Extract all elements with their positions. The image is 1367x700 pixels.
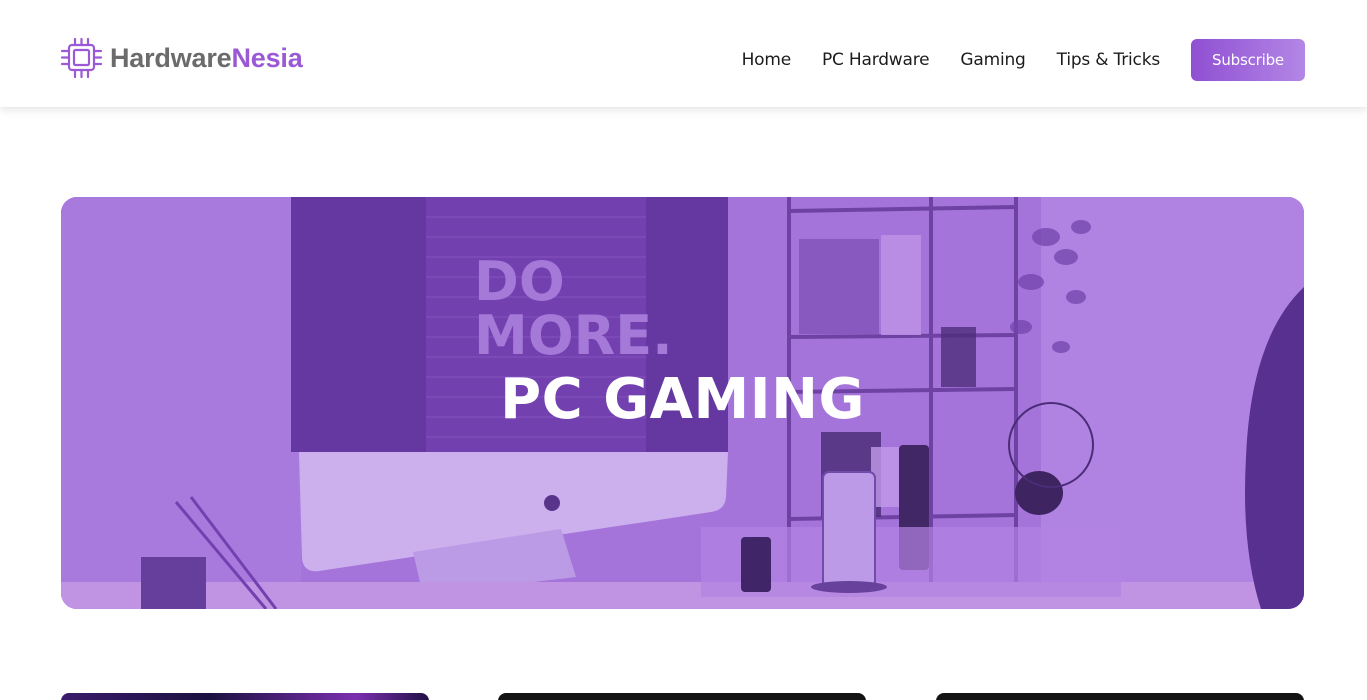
main-nav: Home PC Hardware Gaming Tips & Tricks Su…: [742, 38, 1305, 82]
nav-link-gaming[interactable]: Gaming: [960, 38, 1025, 82]
subscribe-button[interactable]: Subscribe: [1191, 39, 1305, 81]
nav-link-tips-tricks[interactable]: Tips & Tricks: [1057, 38, 1161, 82]
logo-text: HardwareNesia: [110, 37, 303, 79]
post-card-thumbnail-1[interactable]: [61, 693, 429, 700]
site-logo[interactable]: HardwareNesia: [60, 37, 303, 79]
hero-title: PC GAMING: [500, 367, 865, 432]
nav-link-home[interactable]: Home: [742, 38, 792, 82]
site-header: HardwareNesia Home PC Hardware Gaming Ti…: [0, 0, 1367, 107]
logo-text-nesia: Nesia: [231, 43, 303, 73]
hero-banner[interactable]: DO MORE. PC GAMING: [61, 197, 1304, 609]
nav-link-pc-hardware[interactable]: PC Hardware: [822, 38, 930, 82]
logo-text-hardware: Hardware: [110, 43, 232, 73]
chip-icon: [60, 37, 103, 79]
post-card-thumbnail-3[interactable]: [936, 693, 1304, 700]
post-card-thumbnail-2[interactable]: [498, 693, 866, 700]
